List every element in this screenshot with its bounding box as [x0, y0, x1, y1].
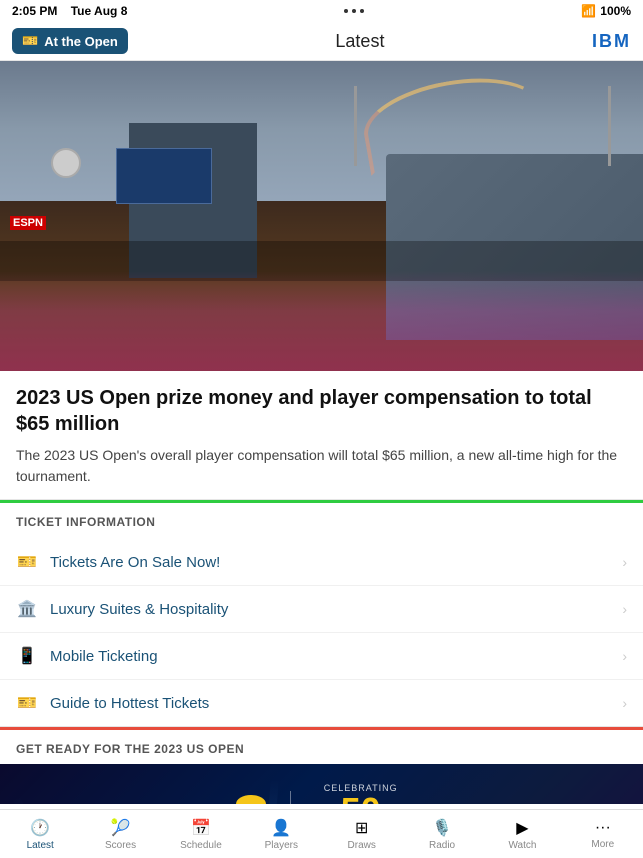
- ticket-nav-icon: 🎫: [22, 33, 38, 49]
- battery-indicator: 100%: [600, 4, 631, 18]
- ticket-mobile-icon: 📱: [16, 645, 38, 667]
- nav-title: Latest: [335, 31, 384, 52]
- promo-image[interactable]: us open CELEBRATING 50 OF EQUAL PRIZE MO…: [0, 764, 643, 804]
- tab-bar: 🕐 Latest 🎾 Scores 📅 Schedule 👤 Players ⊞…: [0, 809, 643, 858]
- tab-players[interactable]: 👤 Players: [241, 814, 321, 855]
- promo-divider: [290, 791, 291, 805]
- ticket-hottest-icon: 🎫: [16, 692, 38, 714]
- promo-header: GET READY FOR THE 2023 US OPEN: [0, 727, 643, 764]
- ticket-suites-chevron: ›: [622, 601, 627, 617]
- tab-more-label: More: [591, 839, 614, 850]
- status-bar: 2:05 PM Tue Aug 8 📶 100%: [0, 0, 643, 22]
- tab-players-label: Players: [265, 840, 298, 851]
- tab-watch-label: Watch: [508, 840, 536, 851]
- status-date: Tue Aug 8: [71, 4, 128, 18]
- tab-watch[interactable]: ▶ Watch: [482, 814, 562, 855]
- promo-header-title: GET READY FOR THE 2023 US OPEN: [16, 742, 244, 756]
- ticket-item-suites[interactable]: 🏛️ Luxury Suites & Hospitality ›: [0, 586, 643, 633]
- espn-logo: ESPN: [10, 216, 46, 230]
- status-dot-1: [344, 9, 348, 13]
- ticket-mobile-chevron: ›: [622, 648, 627, 664]
- tab-scores[interactable]: 🎾 Scores: [80, 814, 160, 855]
- status-dot-3: [360, 9, 364, 13]
- tab-draws[interactable]: ⊞ Draws: [322, 814, 402, 855]
- us-open-logo: us open: [229, 795, 274, 804]
- tab-latest[interactable]: 🕐 Latest: [0, 814, 80, 855]
- hero-lights-right: [608, 86, 611, 166]
- tab-radio-icon: 🎙️: [432, 818, 452, 838]
- article-title: 2023 US Open prize money and player comp…: [16, 385, 627, 437]
- tab-radio-label: Radio: [429, 840, 455, 851]
- tab-more[interactable]: ··· More: [563, 815, 643, 854]
- hero-image: ESPN: [0, 61, 643, 371]
- beam-1: [13, 797, 72, 804]
- us-open-ball: [236, 795, 266, 804]
- fifty-text: 50: [341, 793, 381, 804]
- ticket-sale-chevron: ›: [622, 554, 627, 570]
- promo-section: GET READY FOR THE 2023 US OPEN us open C…: [0, 727, 643, 804]
- ticket-sale-label: Tickets Are On Sale Now!: [50, 554, 220, 571]
- tab-schedule-label: Schedule: [180, 840, 222, 851]
- hero-screen: [116, 148, 212, 204]
- ticket-hottest-chevron: ›: [622, 695, 627, 711]
- tab-latest-label: Latest: [27, 840, 54, 851]
- content-area: ESPN 2023 US Open prize money and player…: [0, 61, 643, 804]
- at-the-open-label: At the Open: [44, 34, 118, 49]
- ticket-item-hottest[interactable]: 🎫 Guide to Hottest Tickets ›: [0, 680, 643, 726]
- hero-lights-left: [354, 86, 357, 166]
- at-the-open-button[interactable]: 🎫 At the Open: [12, 28, 128, 54]
- tab-players-icon: 👤: [271, 818, 291, 838]
- tab-watch-icon: ▶: [516, 818, 528, 838]
- tab-more-icon: ···: [595, 819, 611, 837]
- ticket-list: 🎫 Tickets Are On Sale Now! › 🏛️ Luxury S…: [0, 539, 643, 727]
- tab-draws-label: Draws: [348, 840, 376, 851]
- article-summary: The 2023 US Open's overall player compen…: [16, 445, 627, 487]
- celebrating-block: CELEBRATING 50 OF EQUAL PRIZE MONEY: [307, 783, 415, 804]
- nav-bar: 🎫 At the Open Latest IBM: [0, 22, 643, 61]
- ticket-item-mobile[interactable]: 📱 Mobile Ticketing ›: [0, 633, 643, 680]
- tab-draws-icon: ⊞: [355, 818, 368, 838]
- tab-scores-label: Scores: [105, 840, 136, 851]
- ticket-section-title: TICKET INFORMATION: [16, 515, 155, 529]
- ticket-section-header: TICKET INFORMATION: [0, 500, 643, 539]
- ibm-logo: IBM: [592, 31, 631, 52]
- tab-latest-icon: 🕐: [30, 818, 50, 838]
- promo-logo-row: us open CELEBRATING 50 OF EQUAL PRIZE MO…: [229, 783, 415, 804]
- ticket-suites-icon: 🏛️: [16, 598, 38, 620]
- beam-4: [444, 803, 486, 804]
- ticket-suites-label: Luxury Suites & Hospitality: [50, 601, 228, 618]
- ticket-section: TICKET INFORMATION 🎫 Tickets Are On Sale…: [0, 500, 643, 727]
- tab-scores-icon: 🎾: [111, 818, 131, 838]
- ticket-item-sale[interactable]: 🎫 Tickets Are On Sale Now! ›: [0, 539, 643, 586]
- tab-schedule[interactable]: 📅 Schedule: [161, 814, 241, 855]
- wifi-icon: 📶: [581, 4, 596, 18]
- ticket-sale-icon: 🎫: [16, 551, 38, 573]
- hero-flowers: [0, 271, 643, 371]
- tab-radio[interactable]: 🎙️ Radio: [402, 814, 482, 855]
- status-dot-2: [352, 9, 356, 13]
- tab-schedule-icon: 📅: [191, 818, 211, 838]
- ticket-mobile-label: Mobile Ticketing: [50, 648, 158, 665]
- status-time: 2:05 PM: [12, 4, 57, 18]
- article-section: 2023 US Open prize money and player comp…: [0, 371, 643, 500]
- ticket-hottest-label: Guide to Hottest Tickets: [50, 695, 209, 712]
